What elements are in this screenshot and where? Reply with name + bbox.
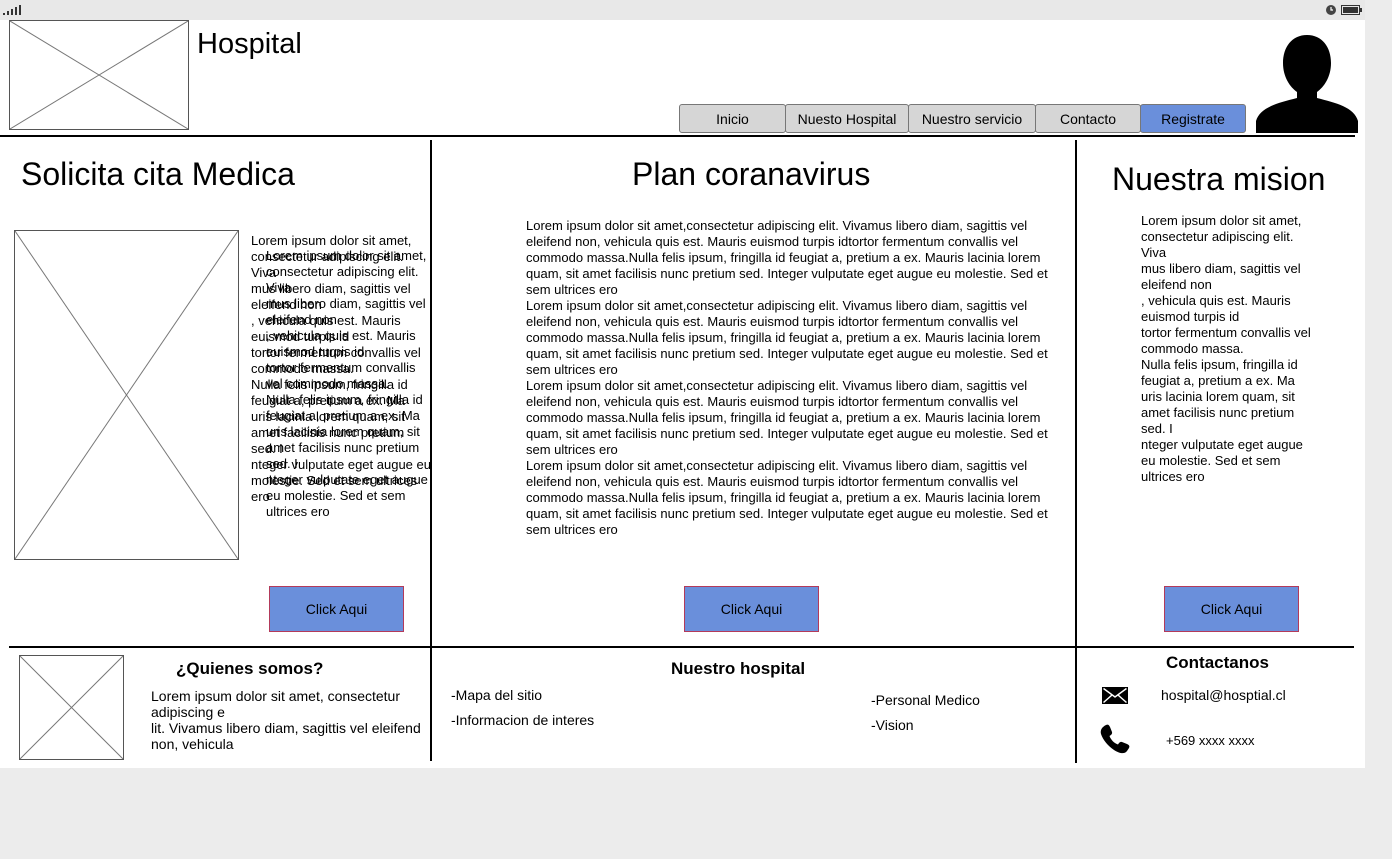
- mail-icon: [1102, 687, 1128, 704]
- plan-paragraph: Lorem ipsum dolor sit amet,consectetur a…: [526, 458, 1048, 537]
- logo-image-placeholder: [9, 20, 189, 130]
- alarm-icon: [1326, 5, 1336, 15]
- nav-inicio[interactable]: Inicio: [679, 104, 786, 133]
- phone-icon: [1100, 724, 1130, 754]
- link-personal-medico[interactable]: -Personal Medico: [871, 692, 980, 708]
- plan-text: Lorem ipsum dolor sit amet,consectetur a…: [526, 218, 1068, 538]
- link-mapa-sitio[interactable]: -Mapa del sitio: [451, 687, 542, 703]
- plan-paragraph: Lorem ipsum dolor sit amet,consectetur a…: [526, 378, 1048, 457]
- hospital-title: Nuestro hospital: [671, 659, 806, 678]
- contact-email[interactable]: hospital@hosptial.cl: [1161, 687, 1286, 703]
- link-informacion-interes[interactable]: -Informacion de interes: [451, 712, 594, 728]
- link-vision[interactable]: -Vision: [871, 717, 914, 733]
- contact-phone[interactable]: +569 xxxx xxxx: [1166, 733, 1255, 748]
- nav-nuestro-hospital[interactable]: Nuesto Hospital: [785, 104, 909, 133]
- mision-click-button[interactable]: Click Aqui: [1164, 586, 1299, 632]
- status-bar: [0, 0, 1365, 20]
- nav-nuestro-servicio[interactable]: Nuestro servicio: [908, 104, 1036, 133]
- contact-title: Contactanos: [1166, 653, 1269, 672]
- signal-icon: [3, 5, 21, 15]
- column-divider-right: [1075, 140, 1077, 763]
- plan-click-button[interactable]: Click Aqui: [684, 586, 819, 632]
- header-divider: [0, 135, 1355, 137]
- cita-text-overlap: Lorem ipsum dolor sit amet, consectetur …: [266, 248, 428, 519]
- site-title: Hospital: [197, 28, 302, 60]
- plan-paragraph: Lorem ipsum dolor sit amet,consectetur a…: [526, 298, 1048, 377]
- battery-icon: [1341, 5, 1362, 15]
- nav-contacto[interactable]: Contacto: [1035, 104, 1141, 133]
- nav-registrate[interactable]: Registrate: [1140, 104, 1246, 133]
- mision-title: Nuestra mision: [1112, 161, 1326, 197]
- cita-image-placeholder: [14, 230, 239, 560]
- plan-paragraph: Lorem ipsum dolor sit amet,consectetur a…: [526, 218, 1048, 297]
- cita-click-button[interactable]: Click Aqui: [269, 586, 404, 632]
- cita-title: Solicita cita Medica: [21, 156, 295, 192]
- about-text: Lorem ipsum dolor sit amet, consectetur …: [151, 688, 421, 752]
- mision-text: Lorem ipsum dolor sit amet, consectetur …: [1141, 213, 1311, 484]
- footer-divider: [9, 646, 1354, 648]
- about-title: ¿Quienes somos?: [176, 659, 324, 678]
- about-image-placeholder: [19, 655, 124, 760]
- plan-title: Plan coranavirus: [632, 156, 871, 192]
- user-avatar-icon[interactable]: [1256, 35, 1359, 133]
